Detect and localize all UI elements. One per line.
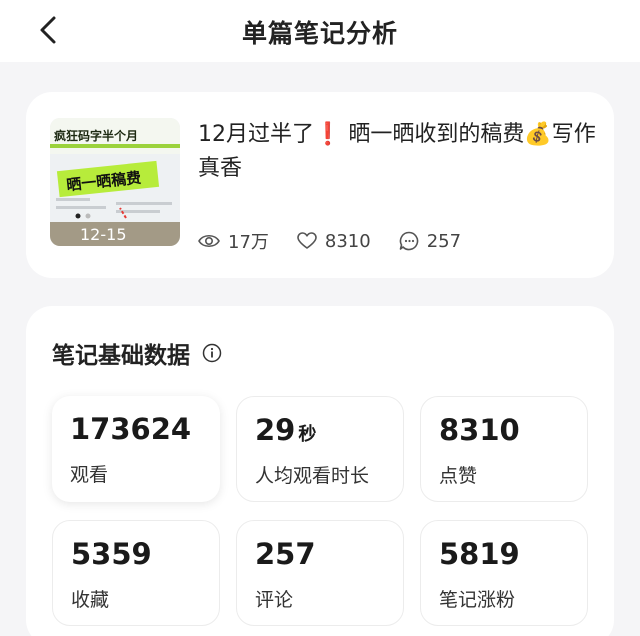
thumbnail-date: 12-15 bbox=[80, 225, 127, 244]
metric-label: 笔记涨粉 bbox=[439, 589, 516, 611]
metric-value: 5359 bbox=[71, 537, 152, 571]
basic-data-card: 笔记基础数据 173624 观看 29 秒 人均观看时长 8310 点赞 5359… bbox=[26, 306, 614, 636]
metric-tile-followers-gained[interactable]: 5819 笔记涨粉 bbox=[420, 520, 588, 626]
note-title[interactable]: 12月过半了❗ 晒一晒收到的稿费💰写作真香 bbox=[198, 118, 598, 186]
metric-tile-avg-watch-time[interactable]: 29 秒 人均观看时长 bbox=[236, 396, 404, 502]
metric-value: 173624 bbox=[70, 412, 192, 446]
metric-value: 257 bbox=[255, 537, 316, 571]
metric-tile-comments[interactable]: 257 评论 bbox=[236, 520, 404, 626]
info-icon[interactable] bbox=[202, 343, 222, 363]
metric-label: 点赞 bbox=[439, 465, 478, 487]
views-count: 17万 bbox=[228, 232, 269, 253]
section-title: 笔记基础数据 bbox=[52, 336, 222, 370]
metric-tile-views[interactable]: 173624 观看 bbox=[52, 396, 220, 502]
heart-icon bbox=[297, 232, 317, 249]
metric-unit: 秒 bbox=[298, 424, 317, 445]
metric-label: 评论 bbox=[255, 589, 294, 611]
comments-stat: 257 bbox=[399, 231, 461, 252]
metric-tile-likes[interactable]: 8310 点赞 bbox=[420, 396, 588, 502]
metric-value: 29 bbox=[255, 413, 296, 447]
likes-stat: 8310 bbox=[297, 231, 371, 252]
metric-value: 8310 bbox=[439, 413, 520, 447]
eye-icon bbox=[198, 234, 220, 248]
metric-label: 观看 bbox=[70, 464, 109, 486]
metric-label: 人均观看时长 bbox=[255, 465, 370, 487]
basic-data-title: 笔记基础数据 bbox=[52, 343, 190, 369]
likes-count: 8310 bbox=[324, 230, 371, 252]
note-summary-card[interactable]: 疯狂码字半个月 晒一晒稿费 12-15 12月过半了❗ 晒一晒收到的稿费💰写作真… bbox=[26, 92, 614, 278]
comment-icon bbox=[399, 231, 418, 251]
metric-label: 收藏 bbox=[71, 589, 110, 611]
views-stat: 17万 bbox=[198, 228, 269, 254]
metric-tile-favorites[interactable]: 5359 收藏 bbox=[52, 520, 220, 626]
top-bar: 单篇笔记分析 bbox=[0, 0, 640, 62]
comments-count: 257 bbox=[426, 230, 462, 252]
note-stats: 17万 8310 257 bbox=[198, 226, 489, 256]
note-thumbnail[interactable]: 疯狂码字半个月 晒一晒稿费 12-15 bbox=[50, 118, 180, 246]
page-title: 单篇笔记分析 bbox=[241, 19, 398, 48]
thumbnail-headline: 疯狂码字半个月 bbox=[54, 128, 138, 143]
metric-value: 5819 bbox=[439, 537, 520, 571]
